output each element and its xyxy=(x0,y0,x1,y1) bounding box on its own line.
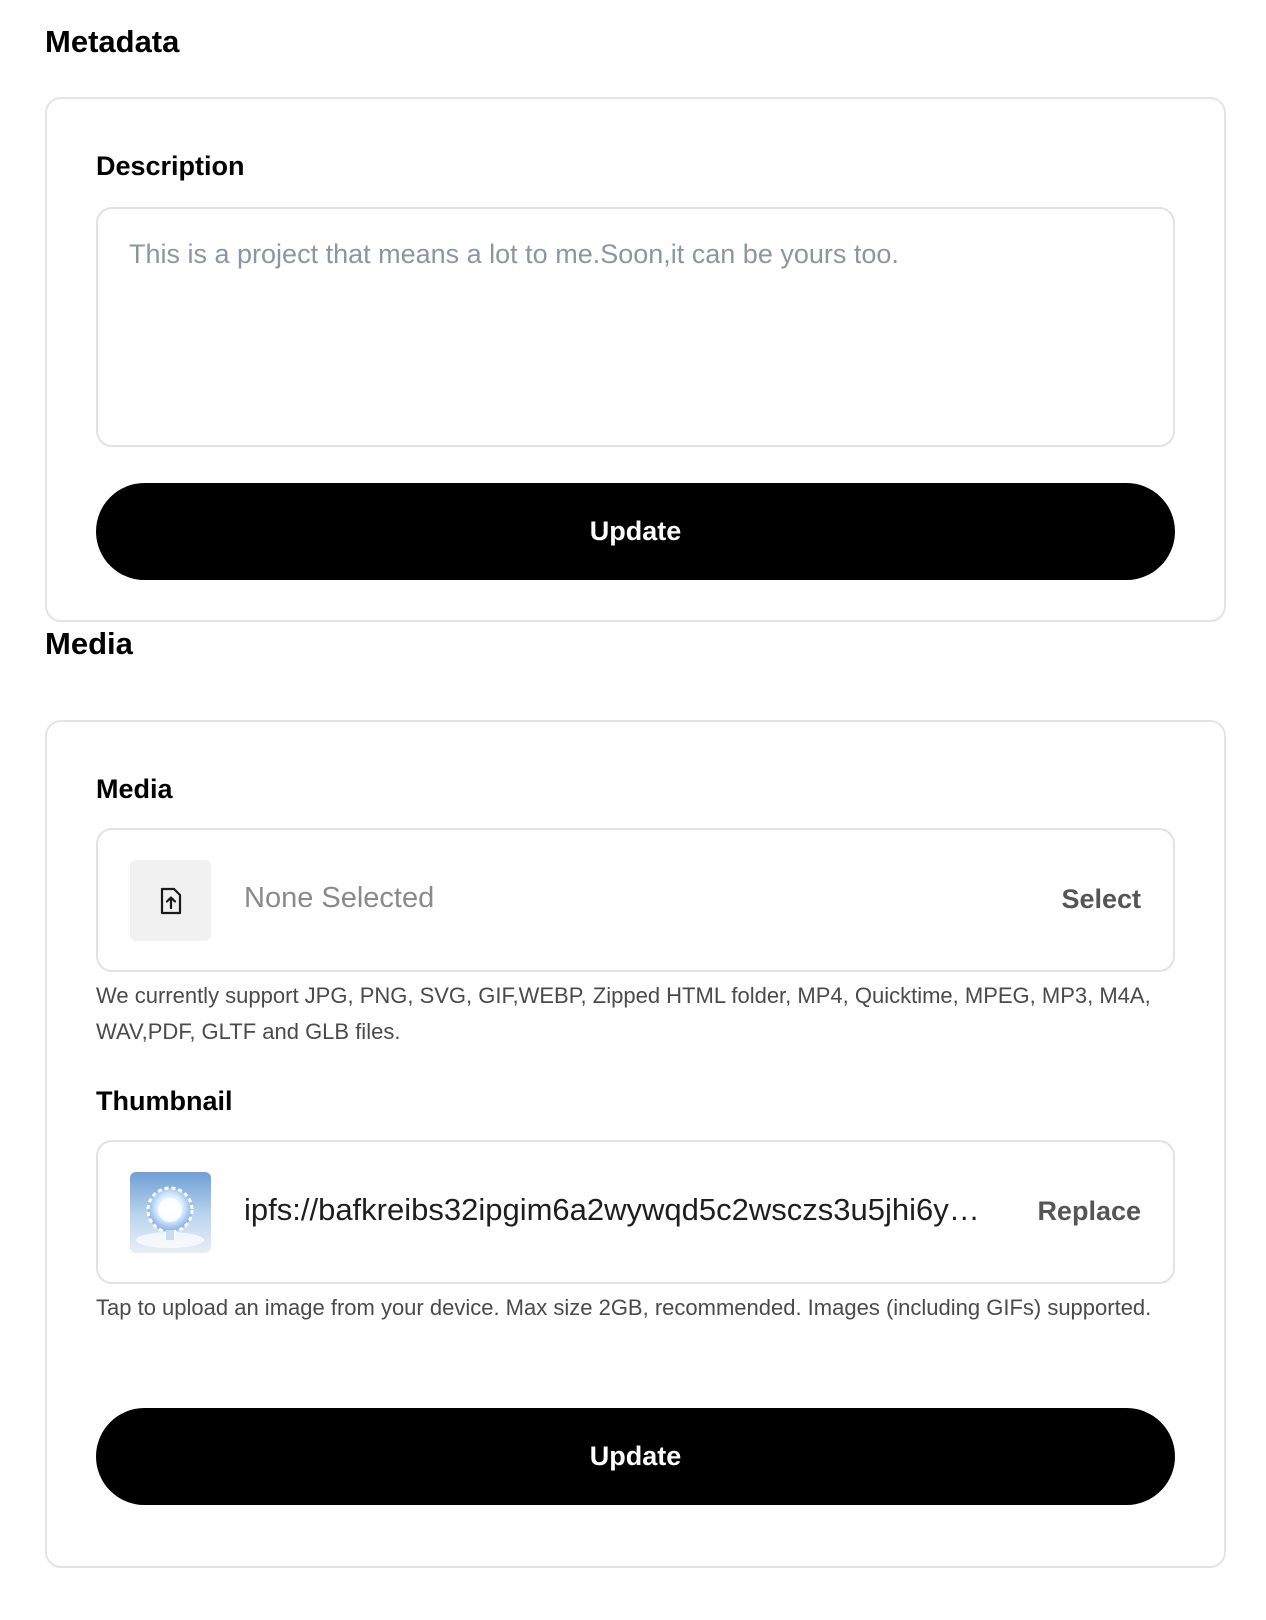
thumbnail-label: Thumbnail xyxy=(96,1086,233,1116)
description-textarea[interactable]: This is a project that means a lot to me… xyxy=(96,207,1175,447)
description-label: Description xyxy=(96,151,245,181)
thumbnail-replace-button[interactable]: Replace xyxy=(1037,1196,1141,1227)
metadata-section-title: Metadata xyxy=(45,24,180,59)
media-supported-formats-hint: We currently support JPG, PNG, SVG, GIF,… xyxy=(96,983,1151,1044)
metadata-update-button[interactable]: Update xyxy=(96,483,1175,580)
media-select-button[interactable]: Select xyxy=(1061,884,1141,915)
media-file-picker[interactable]: None Selected Select xyxy=(96,828,1175,972)
media-label: Media xyxy=(96,774,173,804)
media-section-title: Media xyxy=(45,626,133,661)
media-file-name: None Selected xyxy=(244,882,435,914)
metadata-card: Description This is a project that means… xyxy=(45,97,1226,622)
thumbnail-file-name: ipfs://bafkreibs32ipgim6a2wywqd5c2wsczs3… xyxy=(244,1192,980,1227)
media-update-button[interactable]: Update xyxy=(96,1408,1175,1505)
description-placeholder: This is a project that means a lot to me… xyxy=(129,239,899,269)
thumbnail-file-picker[interactable]: ipfs://bafkreibs32ipgim6a2wywqd5c2wsczs3… xyxy=(96,1140,1175,1284)
media-card: Media None Selected Select We currently … xyxy=(45,720,1226,1568)
thumbnail-image xyxy=(130,1172,211,1253)
thumbnail-upload-hint: Tap to upload an image from your device.… xyxy=(96,1295,1152,1320)
file-upload-icon xyxy=(130,860,211,941)
